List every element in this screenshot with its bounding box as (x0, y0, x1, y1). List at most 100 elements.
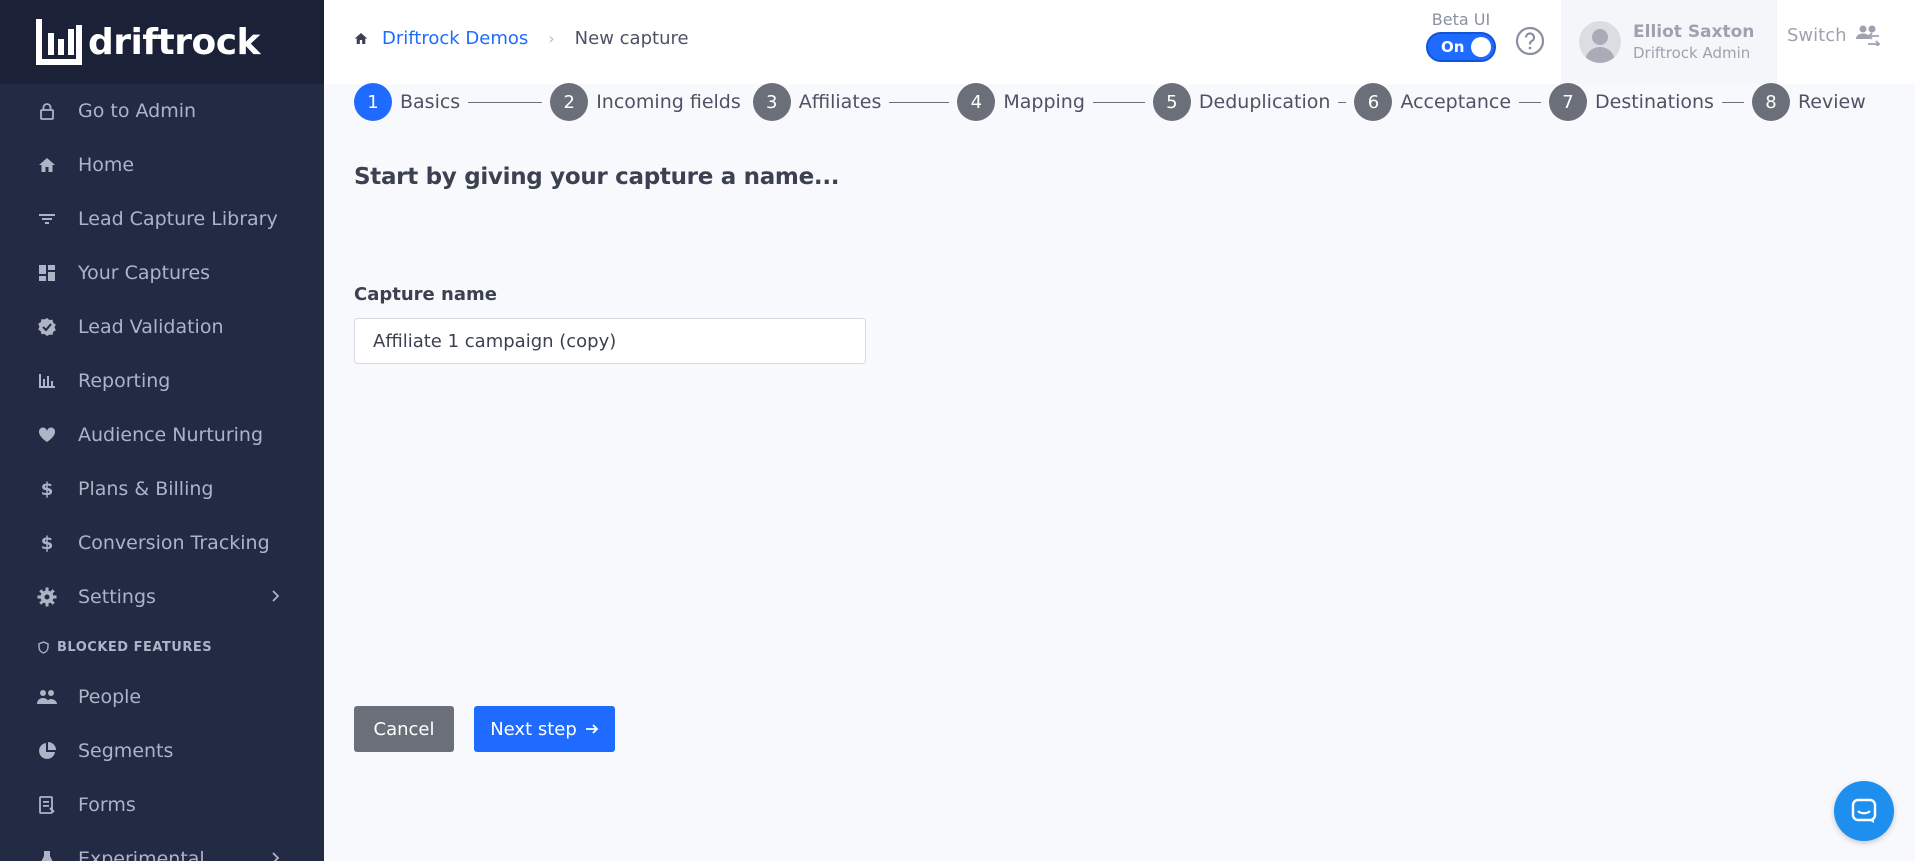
flask-icon (36, 848, 58, 861)
arrow-right-icon (585, 722, 599, 736)
step-number: 6 (1354, 83, 1393, 121)
dollar-icon: $ (40, 532, 54, 554)
switch-account-button[interactable]: Switch (1787, 24, 1881, 46)
dashboard-icon (36, 262, 58, 284)
user-info: Elliot Saxton Driftrock Admin (1633, 22, 1754, 62)
next-step-button[interactable]: Next step (474, 706, 615, 752)
lock-icon (36, 100, 58, 122)
beta-ui-label: Beta UI (1431, 10, 1491, 29)
sidebar-nav: Go to Admin Home Lead Capture Library Yo… (0, 84, 324, 624)
step-mapping[interactable]: 4 Mapping (957, 83, 1085, 121)
sidebar-item-home[interactable]: Home (0, 138, 324, 192)
sidebar-item-label: Segments (78, 740, 174, 762)
step-label: Review (1797, 91, 1866, 113)
home-icon[interactable] (354, 32, 368, 45)
chat-launcher-icon[interactable] (1834, 781, 1894, 841)
sidebar-item-reporting[interactable]: Reporting (0, 354, 324, 408)
shield-icon (38, 640, 49, 654)
sidebar-item-label: Experimental (78, 848, 205, 861)
sidebar-item-label: Conversion Tracking (78, 532, 270, 554)
sidebar-item-lead-validation[interactable]: Lead Validation (0, 300, 324, 354)
step-destinations[interactable]: 7 Destinations (1549, 83, 1714, 121)
step-label: Acceptance (1400, 91, 1512, 113)
step-connector (1338, 101, 1347, 103)
help-icon[interactable] (1514, 25, 1546, 57)
step-number: 5 (1152, 83, 1191, 121)
switch-users-icon (1855, 24, 1881, 46)
step-connector (1721, 101, 1744, 103)
gear-icon (36, 586, 58, 608)
step-acceptance[interactable]: 6 Acceptance (1354, 83, 1511, 121)
step-number: 4 (957, 83, 996, 121)
chevron-right-icon (270, 848, 280, 861)
sidebar-item-plans-billing[interactable]: $ Plans & Billing (0, 462, 324, 516)
toggle-knob (1471, 37, 1491, 57)
step-incoming-fields[interactable]: 2 Incoming fields (550, 83, 741, 121)
sidebar-item-conversion-tracking[interactable]: $ Conversion Tracking (0, 516, 324, 570)
top-header: Driftrock Demos › New capture Beta UI On… (324, 0, 1915, 84)
step-connector (468, 101, 543, 103)
brand-logo[interactable]: driftrock (0, 0, 324, 84)
blocked-features-header: BLOCKED FEATURES (0, 624, 324, 670)
sidebar-item-lead-capture-library[interactable]: Lead Capture Library (0, 192, 324, 246)
capture-name-input[interactable] (354, 318, 866, 364)
sidebar-item-your-captures[interactable]: Your Captures (0, 246, 324, 300)
step-basics[interactable]: 1 Basics (354, 83, 460, 121)
wizard-stepper: 1 Basics 2 Incoming fields 3 Affiliates … (354, 83, 1866, 121)
step-label: Mapping (1003, 91, 1085, 113)
step-label: Affiliates (798, 91, 882, 113)
step-connector (1092, 101, 1145, 103)
sidebar-item-people[interactable]: People (0, 670, 324, 724)
toggle-label: On (1441, 38, 1465, 56)
sidebar-item-label: Lead Capture Library (78, 208, 278, 230)
step-deduplication[interactable]: 5 Deduplication (1152, 83, 1331, 121)
sidebar-item-segments[interactable]: Segments (0, 724, 324, 778)
dollar-icon: $ (40, 478, 54, 500)
sidebar-item-forms[interactable]: Forms (0, 778, 324, 832)
driftrock-logo-icon (36, 19, 82, 65)
sidebar-item-go-to-admin[interactable]: Go to Admin (0, 84, 324, 138)
cancel-button-label: Cancel (373, 718, 435, 740)
user-role: Driftrock Admin (1633, 44, 1751, 62)
breadcrumb-root-link[interactable]: Driftrock Demos (382, 28, 528, 49)
blocked-nav: People Segments Forms Experimental (0, 670, 324, 861)
verified-icon (36, 316, 58, 338)
sidebar-item-label: People (78, 686, 142, 708)
cancel-button[interactable]: Cancel (354, 706, 454, 752)
sidebar-item-label: Home (78, 154, 135, 176)
people-icon (36, 686, 58, 708)
step-connector (889, 101, 950, 103)
home-icon (36, 154, 58, 176)
sidebar-item-label: Lead Validation (78, 316, 224, 338)
avatar (1579, 21, 1621, 63)
sidebar-item-label: Plans & Billing (78, 478, 214, 500)
sidebar-item-label: Settings (78, 586, 156, 608)
beta-ui-control: Beta UI On (1426, 10, 1496, 62)
user-name: Elliot Saxton (1633, 22, 1755, 42)
step-number: 7 (1549, 83, 1588, 121)
brand-name: driftrock (88, 21, 261, 63)
step-label: Destinations (1595, 91, 1714, 113)
step-label: Deduplication (1198, 91, 1331, 113)
sidebar-item-settings[interactable]: Settings (0, 570, 324, 624)
user-menu[interactable]: Elliot Saxton Driftrock Admin (1561, 0, 1777, 84)
step-number: 2 (550, 83, 589, 121)
next-step-label: Next step (490, 718, 577, 740)
step-number: 3 (752, 83, 791, 121)
step-number: 1 (354, 83, 392, 121)
filter-icon (36, 208, 58, 230)
step-label: Incoming fields (596, 91, 741, 113)
sidebar-item-label: Reporting (78, 370, 171, 392)
step-affiliates[interactable]: 3 Affiliates (752, 83, 882, 121)
page-title: Start by giving your capture a name... (354, 164, 840, 190)
step-number: 8 (1751, 83, 1790, 121)
app: driftrock Go to Admin Home Lead Capture … (0, 0, 1915, 861)
form-icon (36, 794, 58, 816)
beta-ui-toggle[interactable]: On (1426, 32, 1496, 62)
sidebar-item-audience-nurturing[interactable]: Audience Nurturing (0, 408, 324, 462)
sidebar-item-experimental[interactable]: Experimental (0, 832, 324, 861)
section-label-text: BLOCKED FEATURES (57, 639, 213, 655)
heart-icon (36, 424, 58, 446)
sidebar-item-label: Go to Admin (78, 100, 197, 122)
step-review[interactable]: 8 Review (1751, 83, 1866, 121)
